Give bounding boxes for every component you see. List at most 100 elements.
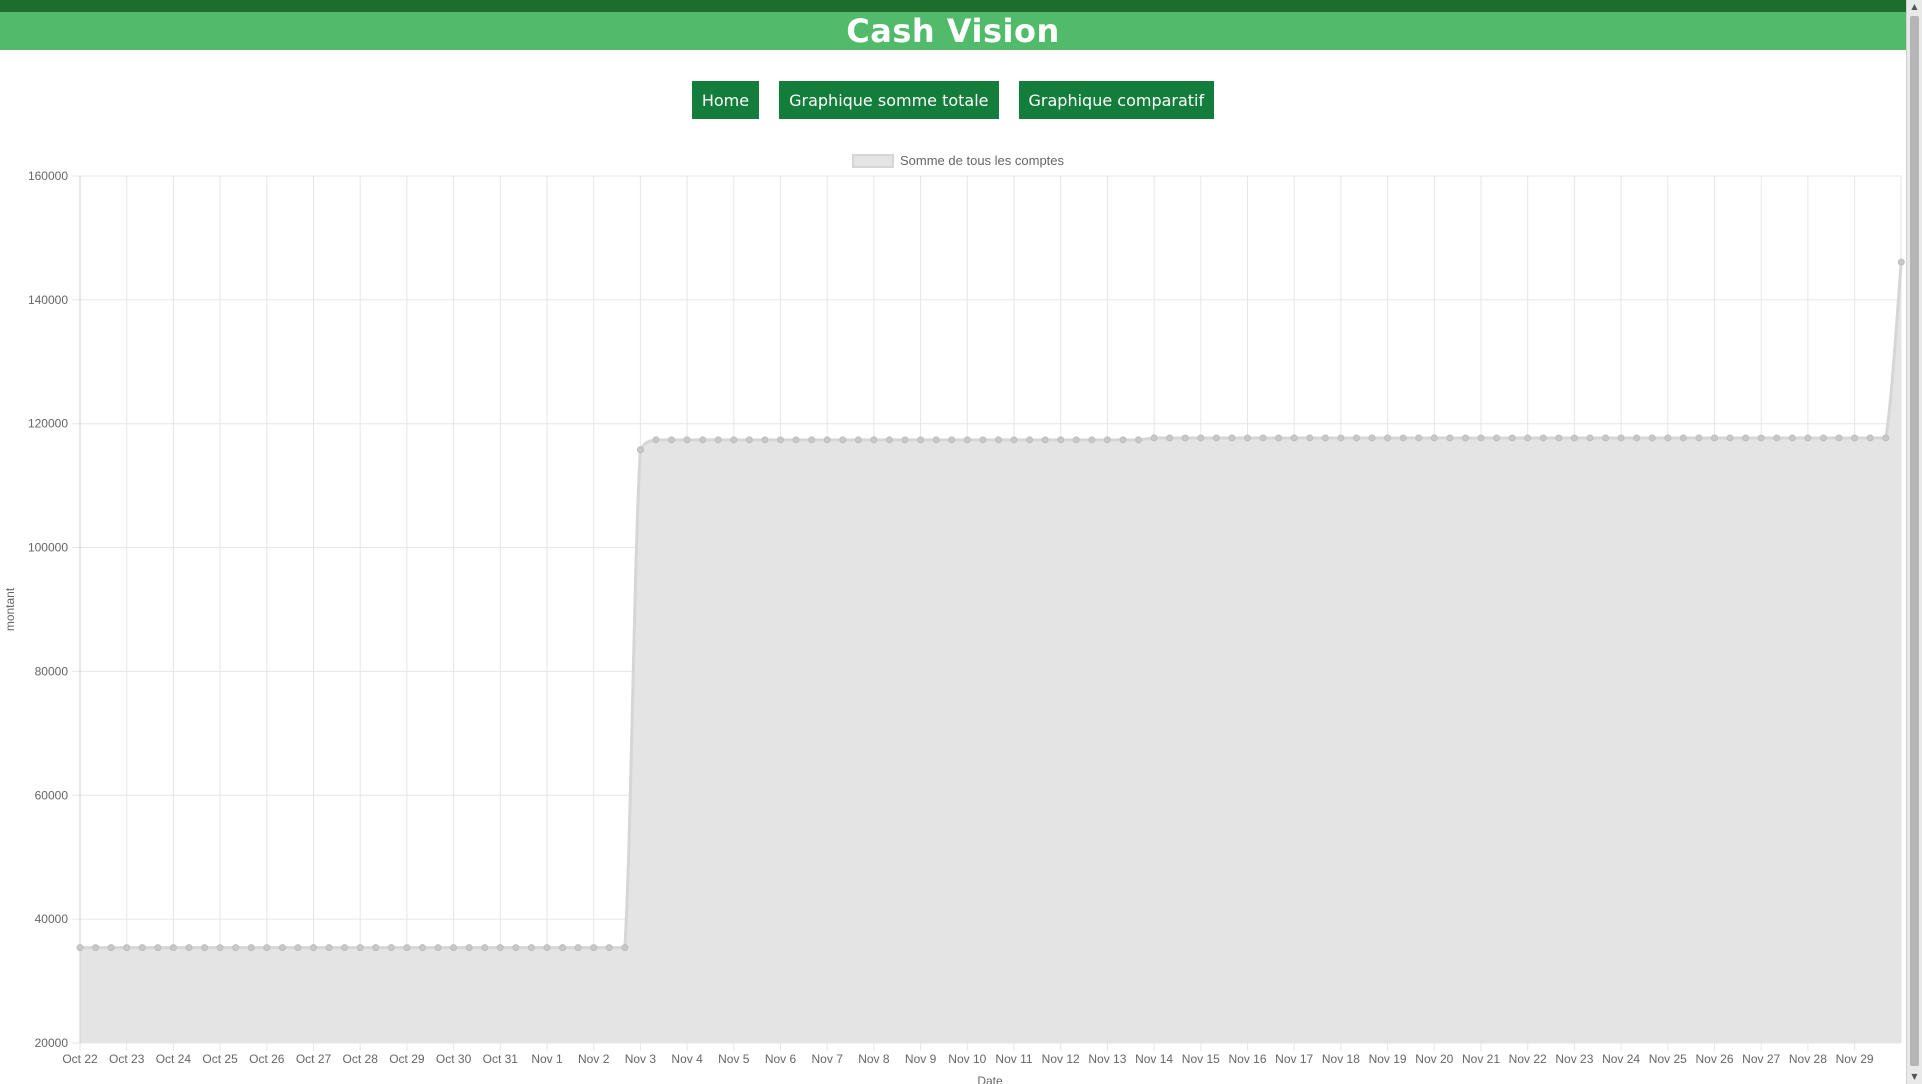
- data-point: [1384, 434, 1392, 442]
- x-tick-label: Nov 2: [578, 1052, 610, 1066]
- data-point: [263, 944, 271, 952]
- x-tick-label: Oct 29: [389, 1052, 425, 1066]
- x-tick-label: Nov 27: [1742, 1052, 1780, 1066]
- data-point: [465, 944, 473, 952]
- x-tick-label: Nov 13: [1088, 1052, 1126, 1066]
- compare-chart-button[interactable]: Graphique comparatif: [1018, 81, 1215, 119]
- data-point: [559, 944, 567, 952]
- data-point: [901, 436, 909, 444]
- x-tick-label: Nov 19: [1369, 1052, 1407, 1066]
- scroll-up-arrow-icon[interactable]: ▲: [1907, 0, 1922, 14]
- x-tick-label: Nov 21: [1462, 1052, 1500, 1066]
- data-point: [232, 944, 240, 952]
- data-point: [823, 436, 831, 444]
- data-point: [1539, 434, 1547, 442]
- x-tick-label: Nov 6: [765, 1052, 797, 1066]
- x-tick-label: Nov 18: [1322, 1052, 1360, 1066]
- data-point: [247, 944, 255, 952]
- data-point: [1026, 436, 1034, 444]
- data-point: [1166, 434, 1174, 442]
- scroll-down-arrow-icon[interactable]: ▼: [1907, 1070, 1922, 1084]
- data-point: [979, 436, 987, 444]
- x-axis-ticks: Oct 22 Oct 23 Oct 24 Oct 25 Oct 26 Oct 27 Oct …: [62, 1052, 1874, 1066]
- data-point: [1290, 434, 1298, 442]
- data-point: [1602, 434, 1610, 442]
- data-point: [1103, 436, 1111, 444]
- top-border: [0, 0, 1906, 12]
- x-tick-label: Nov 23: [1555, 1052, 1593, 1066]
- data-point: [652, 436, 660, 444]
- data-point: [1664, 434, 1672, 442]
- x-tick-label: Oct 26: [249, 1052, 285, 1066]
- home-button[interactable]: Home: [691, 81, 760, 119]
- data-point: [1648, 434, 1656, 442]
- data-point: [730, 436, 738, 444]
- data-point: [574, 944, 582, 952]
- x-tick-label: Oct 25: [202, 1052, 238, 1066]
- y-tick-label: 140000: [28, 293, 68, 307]
- data-point: [885, 436, 893, 444]
- data-point: [403, 944, 411, 952]
- data-point: [1430, 434, 1438, 442]
- data-point: [278, 944, 286, 952]
- data-point: [963, 436, 971, 444]
- x-tick-label: Oct 27: [296, 1052, 332, 1066]
- data-point: [341, 944, 349, 952]
- x-tick-label: Nov 11: [995, 1052, 1032, 1066]
- data-point: [1446, 434, 1454, 442]
- data-point: [1072, 436, 1080, 444]
- data-point: [1851, 434, 1859, 442]
- x-tick-label: Nov 22: [1509, 1052, 1547, 1066]
- x-tick-label: Oct 23: [109, 1052, 145, 1066]
- data-point: [1757, 434, 1765, 442]
- data-point: [854, 436, 862, 444]
- data-point: [1197, 434, 1205, 442]
- data-point: [1275, 434, 1283, 442]
- x-tick-label: Nov 8: [858, 1052, 890, 1066]
- data-point: [1711, 434, 1718, 442]
- data-point: [808, 436, 816, 444]
- chart-legend[interactable]: Somme de tous les comptes: [852, 153, 1065, 168]
- data-point: [1866, 434, 1874, 442]
- y-tick-label: 40000: [35, 912, 69, 926]
- data-point: [434, 944, 442, 952]
- x-tick-label: Nov 1: [531, 1052, 563, 1066]
- x-tick-label: Nov 28: [1789, 1052, 1827, 1066]
- x-tick-label: Nov 20: [1415, 1052, 1453, 1066]
- data-point: [870, 436, 878, 444]
- legend-label: Somme de tous les comptes: [900, 153, 1065, 168]
- data-point: [76, 944, 84, 952]
- data-point: [1586, 434, 1594, 442]
- data-point: [605, 944, 613, 952]
- data-point: [1399, 434, 1407, 442]
- x-tick-label: Nov 24: [1602, 1052, 1640, 1066]
- data-point: [1057, 436, 1065, 444]
- data-point: [994, 436, 1002, 444]
- data-point: [1368, 434, 1376, 442]
- y-tick-label: 60000: [35, 788, 69, 802]
- data-point: [932, 436, 940, 444]
- app-header: Cash Vision: [0, 12, 1906, 50]
- total-chart-button[interactable]: Graphique somme totale: [779, 81, 999, 119]
- data-point: [1337, 434, 1345, 442]
- data-point: [1228, 434, 1236, 442]
- data-point: [1010, 436, 1018, 444]
- data-point: [1212, 434, 1220, 442]
- data-point: [1493, 434, 1501, 442]
- scrollbar-thumb[interactable]: [1910, 16, 1919, 1066]
- data-point: [1882, 434, 1890, 442]
- data-point: [1897, 258, 1905, 266]
- data-point: [1321, 434, 1329, 442]
- data-point: [1088, 436, 1096, 444]
- y-axis-ticks: 20000 40000 60000 80000 100000 120000 140000 16…: [28, 169, 68, 1050]
- data-point: [154, 944, 162, 952]
- x-tick-label: Nov 4: [671, 1052, 703, 1066]
- data-point: [1150, 434, 1158, 442]
- data-point: [917, 436, 925, 444]
- data-point: [683, 436, 691, 444]
- series-area-fill: [80, 262, 1902, 1044]
- vertical-scrollbar[interactable]: ▲ ▼: [1906, 0, 1922, 1084]
- data-point: [356, 944, 364, 952]
- x-tick-label: Nov 29: [1836, 1052, 1874, 1066]
- y-axis-title: montant: [3, 587, 17, 631]
